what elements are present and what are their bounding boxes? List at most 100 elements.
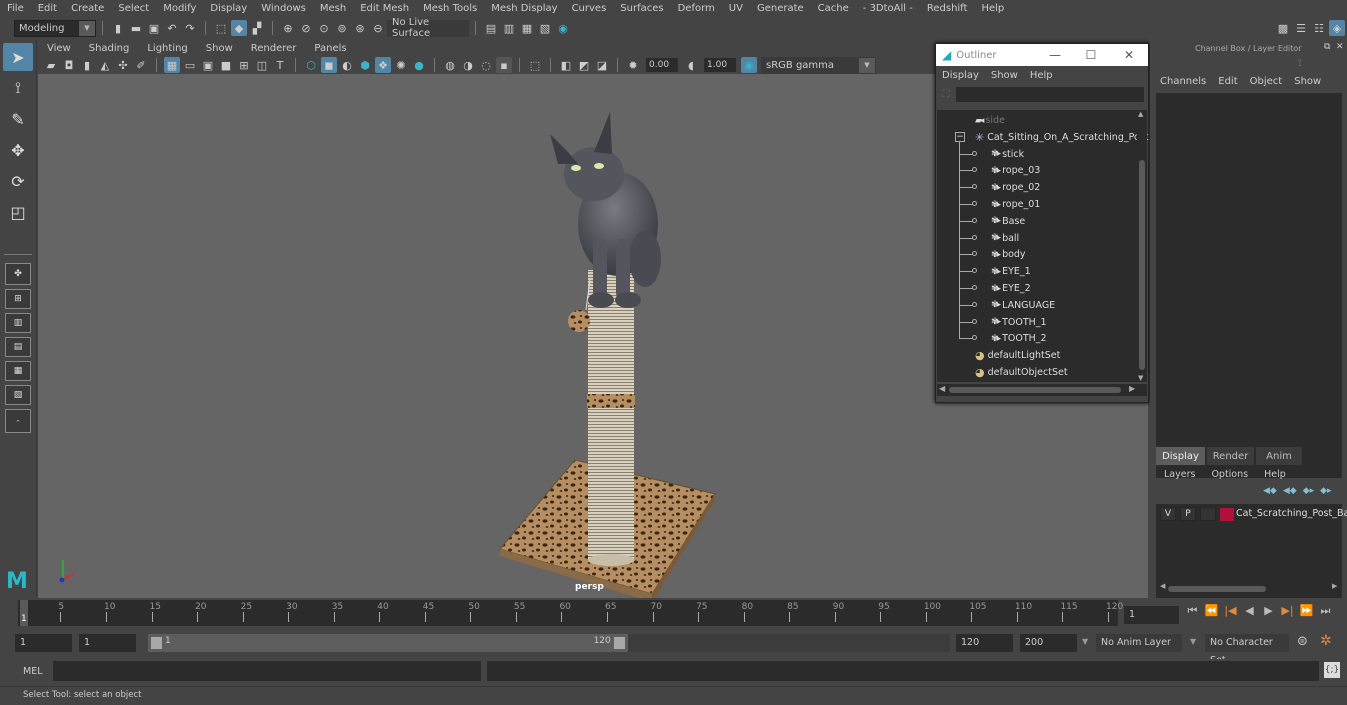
command-input[interactable]: [53, 661, 481, 681]
outliner-item[interactable]: ✾▸ TOOTH_2: [991, 330, 1047, 347]
persp-graph-layout-icon[interactable]: ▤: [5, 337, 31, 357]
multisample-aa-icon[interactable]: ◌: [478, 57, 494, 73]
resolution-gate-icon[interactable]: ▣: [200, 57, 216, 73]
attribute-editor-icon[interactable]: ☰: [1293, 20, 1309, 36]
character-set-select[interactable]: No Character Set: [1205, 634, 1289, 666]
use-default-material-icon[interactable]: ◐: [339, 57, 355, 73]
animation-preferences-icon[interactable]: ✲: [1320, 633, 1332, 649]
tab-anim[interactable]: Anim: [1256, 447, 1302, 465]
menu-generate[interactable]: Generate: [750, 0, 811, 17]
persp-outliner-layout-icon[interactable]: ▥: [5, 313, 31, 333]
outliner-horizontal-scrollbar[interactable]: ◀ ▶: [937, 384, 1147, 396]
hypershade-icon[interactable]: ◉: [555, 20, 571, 36]
step-forward-key-icon[interactable]: ⏩: [1297, 604, 1316, 618]
save-scene-icon[interactable]: ▣: [146, 20, 162, 36]
custom-layout-icon[interactable]: -: [5, 409, 31, 433]
gate-mask-icon[interactable]: ■: [218, 57, 234, 73]
grid-icon[interactable]: ▦: [164, 57, 180, 73]
color-space-select[interactable]: sRGB gamma ▼: [761, 56, 876, 74]
single-perspective-layout-icon[interactable]: ✤: [5, 263, 31, 285]
xray-components-icon[interactable]: ◪: [594, 57, 610, 73]
isolate-select-icon[interactable]: ⬚: [527, 57, 543, 73]
move-layer-up-icon[interactable]: ◀◆: [1263, 486, 1277, 496]
menu-3dtoall[interactable]: - 3DtoAll -: [856, 0, 920, 17]
panel-menu-show[interactable]: Show: [197, 43, 242, 54]
outliner-item[interactable]: − ✳ Cat_Sitting_On_A_Scratching_Post: [955, 129, 1148, 146]
playback-end-field[interactable]: 120: [956, 634, 1013, 652]
outliner-item[interactable]: ✾▸ rope_02: [991, 179, 1040, 196]
new-layer-selected-icon[interactable]: ◆▸: [1320, 486, 1331, 496]
use-all-lights-icon[interactable]: ✺: [393, 57, 409, 73]
outliner-item[interactable]: ✾▸ rope_03: [991, 162, 1040, 179]
layer-menu-options[interactable]: Options: [1203, 469, 1256, 480]
image-plane-icon[interactable]: ◭: [97, 57, 113, 73]
film-gate-icon[interactable]: ▭: [182, 57, 198, 73]
depth-of-field-icon[interactable]: ▪: [496, 57, 512, 73]
channel-box-menu-object[interactable]: Object: [1238, 76, 1283, 87]
menu-uv[interactable]: UV: [722, 0, 750, 17]
safe-title-icon[interactable]: T: [272, 57, 288, 73]
move-layer-down-icon[interactable]: ◀◆: [1283, 486, 1297, 496]
smooth-shade-icon[interactable]: ◼: [321, 57, 337, 73]
layer-horizontal-scrollbar[interactable]: ◀ ▶: [1160, 582, 1338, 594]
scale-tool-icon[interactable]: ◰: [3, 198, 33, 226]
gamma-field[interactable]: 1.00: [704, 58, 736, 72]
tool-settings-icon[interactable]: ☷: [1311, 20, 1327, 36]
snap-grid-icon[interactable]: ⊕: [280, 20, 296, 36]
step-back-frame-icon[interactable]: |◀: [1221, 604, 1240, 618]
camera-attributes-icon[interactable]: ◘: [61, 57, 77, 73]
menu-create[interactable]: Create: [64, 0, 111, 17]
textured-icon[interactable]: ❖: [375, 57, 391, 73]
field-chart-icon[interactable]: ⊞: [236, 57, 252, 73]
channel-box-menu-channels[interactable]: Channels: [1150, 76, 1206, 87]
select-component-icon[interactable]: ▞: [249, 20, 265, 36]
outliner-item[interactable]: ✾▸ body: [991, 246, 1026, 263]
select-hierarchy-icon[interactable]: ⬚: [213, 20, 229, 36]
panel-menu-renderer[interactable]: Renderer: [242, 43, 306, 54]
outliner-titlebar[interactable]: ◢ Outliner — ☐ ✕: [936, 44, 1148, 66]
xray-joints-icon[interactable]: ◩: [576, 57, 592, 73]
range-slider[interactable]: 1 120: [148, 634, 950, 652]
new-layer-icon[interactable]: ◆▸: [1303, 486, 1314, 496]
tab-render[interactable]: Render: [1207, 447, 1254, 465]
outliner-item[interactable]: ▰◂ side: [975, 112, 1005, 129]
menu-display[interactable]: Display: [203, 0, 254, 17]
range-start-handle[interactable]: [151, 637, 162, 649]
persp-outliner-graph-layout-icon[interactable]: ▦: [5, 361, 31, 381]
outliner-menu-display[interactable]: Display: [936, 70, 985, 81]
render-settings-icon[interactable]: ▧: [537, 20, 553, 36]
xray-icon[interactable]: ◧: [558, 57, 574, 73]
channel-box-toggle-icon[interactable]: ◈: [1329, 20, 1345, 36]
manipulator-icon[interactable]: ⟟: [1298, 58, 1302, 69]
snap-view-icon[interactable]: ⊛: [352, 20, 368, 36]
wireframe-icon[interactable]: ⬡: [303, 57, 319, 73]
workspace-select[interactable]: Modeling ▼: [14, 19, 96, 37]
scroll-right-icon[interactable]: ▶: [1332, 582, 1337, 590]
play-forwards-icon[interactable]: ▶: [1259, 604, 1278, 618]
modeling-toolkit-icon[interactable]: ▩: [1275, 20, 1291, 36]
menu-file[interactable]: File: [0, 0, 31, 17]
panel-menu-lighting[interactable]: Lighting: [138, 43, 196, 54]
close-button[interactable]: ✕: [1114, 44, 1144, 66]
layer-menu-help[interactable]: Help: [1256, 469, 1294, 480]
panel-menu-shading[interactable]: Shading: [80, 43, 139, 54]
layer-name[interactable]: Cat_Scratching_Post_Ball: [1236, 508, 1347, 519]
channel-box-menu-edit[interactable]: Edit: [1206, 76, 1237, 87]
layer-playback-toggle[interactable]: P: [1180, 507, 1196, 521]
undo-icon[interactable]: ↶: [164, 20, 180, 36]
menu-edit-mesh[interactable]: Edit Mesh: [353, 0, 416, 17]
minimize-button[interactable]: —: [1040, 44, 1070, 66]
open-scene-icon[interactable]: ▬: [128, 20, 144, 36]
menu-modify[interactable]: Modify: [156, 0, 203, 17]
shadows-icon[interactable]: ●: [411, 57, 427, 73]
panel-menu-view[interactable]: View: [38, 43, 80, 54]
grease-pencil-icon[interactable]: ✐: [133, 57, 149, 73]
outliner-item[interactable]: ✾▸ rope_01: [991, 196, 1040, 213]
step-forward-frame-icon[interactable]: ▶|: [1278, 604, 1297, 618]
panel-menu-panels[interactable]: Panels: [305, 43, 355, 54]
menu-surfaces[interactable]: Surfaces: [613, 0, 670, 17]
start-time-field[interactable]: 1: [15, 634, 72, 652]
outliner-menu-show[interactable]: Show: [985, 70, 1024, 81]
anim-layer-dropdown-icon[interactable]: ▼: [1082, 637, 1088, 646]
snap-live-icon[interactable]: ⊖: [370, 20, 386, 36]
